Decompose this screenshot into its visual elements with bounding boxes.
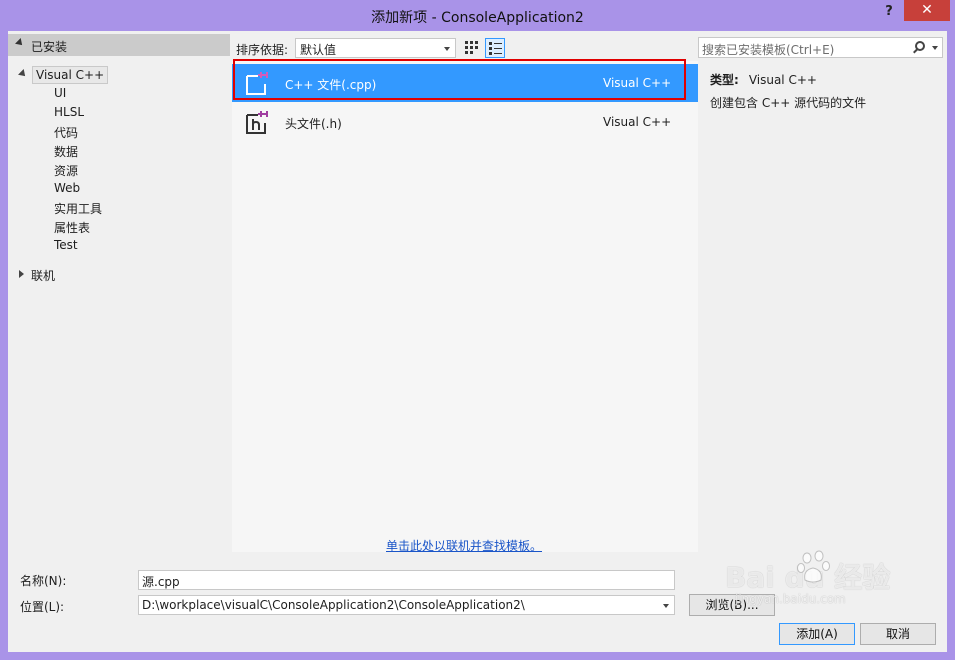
search-placeholder: 搜索已安装模板(Ctrl+E): [702, 43, 835, 57]
grid-view-icon: [465, 41, 478, 54]
header-file-icon: [246, 111, 268, 134]
collapse-triangle-icon[interactable]: [19, 270, 24, 278]
close-button[interactable]: ✕: [904, 0, 950, 21]
dropdown-arrow-icon[interactable]: [663, 604, 669, 608]
name-value: 源.cpp: [142, 575, 180, 589]
sort-label: 排序依据:: [236, 43, 289, 57]
tree-item-data[interactable]: 数据: [54, 143, 78, 160]
paw-logo-icon: [797, 550, 830, 583]
tree-item-property-sheet[interactable]: 属性表: [54, 219, 90, 236]
tree-item-hlsl[interactable]: HLSL: [54, 105, 84, 119]
tree-item-resource[interactable]: 资源: [54, 162, 78, 179]
location-value: D:\workplace\visualC\ConsoleApplication2…: [142, 598, 525, 612]
help-button[interactable]: ?: [880, 2, 898, 22]
tree-item-online[interactable]: 联机: [31, 267, 55, 284]
online-templates-link[interactable]: 单击此处以联机并查找模板。: [386, 537, 542, 554]
template-tree: 已安装 Visual C++ UI HLSL 代码 数据 资源 Web 实用工具…: [8, 31, 230, 561]
name-label: 名称(N):: [20, 574, 67, 588]
dropdown-arrow-icon: [444, 47, 450, 51]
search-icon[interactable]: [915, 41, 925, 51]
type-value: Visual C++: [748, 73, 817, 87]
list-view-button[interactable]: [485, 38, 505, 58]
title-bar[interactable]: 添加新项 - ConsoleApplication2 ? ✕: [0, 0, 955, 31]
tree-item-ui[interactable]: UI: [54, 86, 66, 100]
tree-installed-header[interactable]: 已安装: [8, 34, 230, 56]
dialog-window: 添加新项 - ConsoleApplication2 ? ✕ 已安装 Visua…: [0, 0, 955, 660]
template-description: 创建包含 C++ 源代码的文件: [710, 96, 867, 110]
name-field[interactable]: 源.cpp: [138, 570, 675, 590]
tree-item-utility[interactable]: 实用工具: [54, 200, 102, 217]
tree-item-test[interactable]: Test: [54, 238, 78, 252]
grid-view-button[interactable]: [462, 38, 480, 56]
sort-value: 默认值: [300, 43, 337, 57]
expand-triangle-icon[interactable]: [18, 69, 28, 79]
template-name: 头文件(.h): [285, 117, 342, 131]
tree-item-code[interactable]: 代码: [54, 124, 78, 141]
location-field[interactable]: D:\workplace\visualC\ConsoleApplication2…: [138, 595, 675, 615]
list-view-icon: [489, 42, 502, 55]
template-list: C++ 文件(.cpp) Visual C++ 头文件(.h) Visual C…: [232, 61, 698, 552]
highlight-box: [233, 59, 686, 100]
template-search-input[interactable]: 搜索已安装模板(Ctrl+E): [698, 37, 943, 58]
installed-label: 已安装: [31, 40, 68, 54]
tree-item-web[interactable]: Web: [54, 181, 80, 195]
cancel-button[interactable]: 取消: [860, 623, 936, 645]
sort-dropdown[interactable]: 默认值: [295, 38, 456, 58]
expand-triangle-icon[interactable]: [15, 38, 25, 48]
window-title: 添加新项 - ConsoleApplication2: [371, 10, 584, 26]
template-type: 类型: Visual C++: [710, 71, 817, 88]
tree-item-visual-cpp[interactable]: Visual C++: [32, 66, 109, 84]
template-item-header[interactable]: 头文件(.h) Visual C++: [232, 103, 698, 141]
type-label: 类型:: [710, 73, 739, 87]
add-button[interactable]: 添加(A): [779, 623, 855, 645]
watermark-url: jingyan.baidu.com: [735, 592, 846, 606]
search-dropdown-icon[interactable]: [932, 46, 938, 50]
template-language: Visual C++: [603, 115, 672, 129]
location-label: 位置(L):: [20, 600, 65, 614]
